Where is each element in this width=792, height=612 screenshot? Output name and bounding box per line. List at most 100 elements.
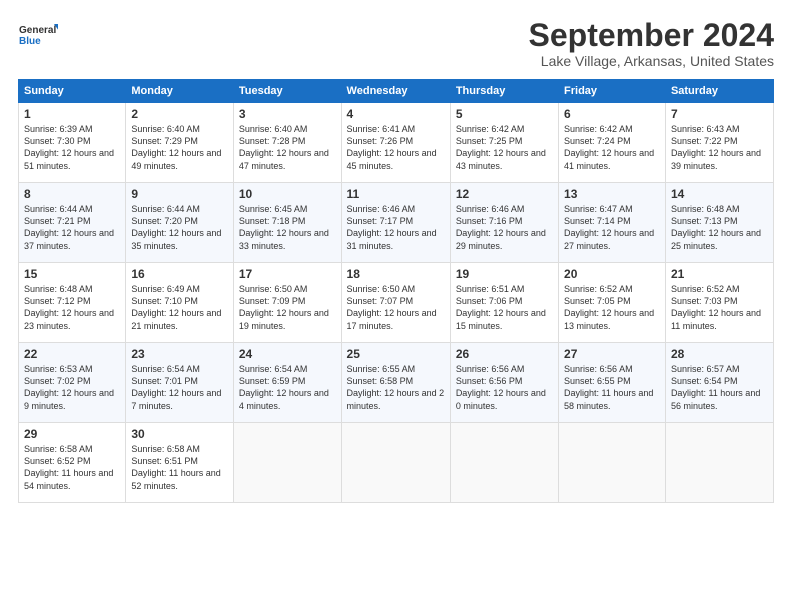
day-number: 18 (347, 267, 445, 281)
day-number: 26 (456, 347, 553, 361)
day-number: 17 (239, 267, 336, 281)
calendar-cell: 3 Sunrise: 6:40 AMSunset: 7:28 PMDayligh… (233, 103, 341, 183)
day-detail: Sunrise: 6:45 AMSunset: 7:18 PMDaylight:… (239, 204, 329, 250)
calendar-row: 22 Sunrise: 6:53 AMSunset: 7:02 PMDaylig… (19, 343, 774, 423)
calendar-cell: 22 Sunrise: 6:53 AMSunset: 7:02 PMDaylig… (19, 343, 126, 423)
calendar-cell (450, 423, 558, 503)
calendar-cell: 26 Sunrise: 6:56 AMSunset: 6:56 PMDaylig… (450, 343, 558, 423)
svg-text:General: General (19, 25, 56, 36)
day-detail: Sunrise: 6:42 AMSunset: 7:25 PMDaylight:… (456, 124, 546, 170)
day-detail: Sunrise: 6:39 AMSunset: 7:30 PMDaylight:… (24, 124, 114, 170)
calendar-cell: 19 Sunrise: 6:51 AMSunset: 7:06 PMDaylig… (450, 263, 558, 343)
day-number: 28 (671, 347, 768, 361)
day-detail: Sunrise: 6:53 AMSunset: 7:02 PMDaylight:… (24, 364, 114, 410)
day-detail: Sunrise: 6:51 AMSunset: 7:06 PMDaylight:… (456, 284, 546, 330)
calendar-row: 8 Sunrise: 6:44 AMSunset: 7:21 PMDayligh… (19, 183, 774, 263)
calendar-cell: 7 Sunrise: 6:43 AMSunset: 7:22 PMDayligh… (665, 103, 773, 183)
day-number: 12 (456, 187, 553, 201)
col-header-thursday: Thursday (450, 80, 558, 103)
calendar-cell (233, 423, 341, 503)
day-detail: Sunrise: 6:44 AMSunset: 7:20 PMDaylight:… (131, 204, 221, 250)
title-block: September 2024 Lake Village, Arkansas, U… (529, 18, 774, 69)
day-number: 23 (131, 347, 228, 361)
calendar-cell: 9 Sunrise: 6:44 AMSunset: 7:20 PMDayligh… (126, 183, 234, 263)
calendar-cell: 24 Sunrise: 6:54 AMSunset: 6:59 PMDaylig… (233, 343, 341, 423)
col-header-sunday: Sunday (19, 80, 126, 103)
day-detail: Sunrise: 6:48 AMSunset: 7:13 PMDaylight:… (671, 204, 761, 250)
logo-svg: General Blue (18, 18, 58, 56)
calendar-cell: 16 Sunrise: 6:49 AMSunset: 7:10 PMDaylig… (126, 263, 234, 343)
calendar-cell: 2 Sunrise: 6:40 AMSunset: 7:29 PMDayligh… (126, 103, 234, 183)
day-number: 4 (347, 107, 445, 121)
day-number: 8 (24, 187, 120, 201)
day-detail: Sunrise: 6:55 AMSunset: 6:58 PMDaylight:… (347, 364, 445, 410)
col-header-friday: Friday (559, 80, 666, 103)
day-detail: Sunrise: 6:56 AMSunset: 6:56 PMDaylight:… (456, 364, 546, 410)
calendar-cell: 10 Sunrise: 6:45 AMSunset: 7:18 PMDaylig… (233, 183, 341, 263)
calendar-row: 15 Sunrise: 6:48 AMSunset: 7:12 PMDaylig… (19, 263, 774, 343)
header: General Blue September 2024 Lake Village… (18, 18, 774, 69)
calendar-cell: 4 Sunrise: 6:41 AMSunset: 7:26 PMDayligh… (341, 103, 450, 183)
calendar-cell: 11 Sunrise: 6:46 AMSunset: 7:17 PMDaylig… (341, 183, 450, 263)
calendar-cell: 6 Sunrise: 6:42 AMSunset: 7:24 PMDayligh… (559, 103, 666, 183)
calendar-cell: 21 Sunrise: 6:52 AMSunset: 7:03 PMDaylig… (665, 263, 773, 343)
calendar-cell: 15 Sunrise: 6:48 AMSunset: 7:12 PMDaylig… (19, 263, 126, 343)
day-detail: Sunrise: 6:42 AMSunset: 7:24 PMDaylight:… (564, 124, 654, 170)
day-detail: Sunrise: 6:58 AMSunset: 6:51 PMDaylight:… (131, 444, 220, 490)
calendar-table: SundayMondayTuesdayWednesdayThursdayFrid… (18, 79, 774, 503)
col-header-saturday: Saturday (665, 80, 773, 103)
calendar-cell: 28 Sunrise: 6:57 AMSunset: 6:54 PMDaylig… (665, 343, 773, 423)
day-detail: Sunrise: 6:58 AMSunset: 6:52 PMDaylight:… (24, 444, 113, 490)
day-number: 1 (24, 107, 120, 121)
col-header-wednesday: Wednesday (341, 80, 450, 103)
day-number: 27 (564, 347, 660, 361)
calendar-cell: 12 Sunrise: 6:46 AMSunset: 7:16 PMDaylig… (450, 183, 558, 263)
calendar-cell: 29 Sunrise: 6:58 AMSunset: 6:52 PMDaylig… (19, 423, 126, 503)
calendar-cell (559, 423, 666, 503)
day-detail: Sunrise: 6:46 AMSunset: 7:16 PMDaylight:… (456, 204, 546, 250)
column-headers: SundayMondayTuesdayWednesdayThursdayFrid… (19, 80, 774, 103)
calendar-cell: 30 Sunrise: 6:58 AMSunset: 6:51 PMDaylig… (126, 423, 234, 503)
calendar-cell: 18 Sunrise: 6:50 AMSunset: 7:07 PMDaylig… (341, 263, 450, 343)
day-detail: Sunrise: 6:48 AMSunset: 7:12 PMDaylight:… (24, 284, 114, 330)
day-number: 19 (456, 267, 553, 281)
calendar-cell: 23 Sunrise: 6:54 AMSunset: 7:01 PMDaylig… (126, 343, 234, 423)
day-detail: Sunrise: 6:52 AMSunset: 7:05 PMDaylight:… (564, 284, 654, 330)
calendar-cell: 27 Sunrise: 6:56 AMSunset: 6:55 PMDaylig… (559, 343, 666, 423)
day-number: 9 (131, 187, 228, 201)
calendar-cell (665, 423, 773, 503)
calendar-cell: 20 Sunrise: 6:52 AMSunset: 7:05 PMDaylig… (559, 263, 666, 343)
logo: General Blue (18, 18, 58, 56)
day-number: 24 (239, 347, 336, 361)
day-number: 16 (131, 267, 228, 281)
calendar-cell: 13 Sunrise: 6:47 AMSunset: 7:14 PMDaylig… (559, 183, 666, 263)
day-detail: Sunrise: 6:49 AMSunset: 7:10 PMDaylight:… (131, 284, 221, 330)
day-number: 6 (564, 107, 660, 121)
calendar-cell (341, 423, 450, 503)
calendar-cell: 1 Sunrise: 6:39 AMSunset: 7:30 PMDayligh… (19, 103, 126, 183)
day-number: 3 (239, 107, 336, 121)
day-number: 13 (564, 187, 660, 201)
day-number: 22 (24, 347, 120, 361)
svg-text:Blue: Blue (19, 36, 41, 47)
calendar-row: 29 Sunrise: 6:58 AMSunset: 6:52 PMDaylig… (19, 423, 774, 503)
calendar-cell: 14 Sunrise: 6:48 AMSunset: 7:13 PMDaylig… (665, 183, 773, 263)
day-detail: Sunrise: 6:46 AMSunset: 7:17 PMDaylight:… (347, 204, 437, 250)
day-number: 21 (671, 267, 768, 281)
day-number: 29 (24, 427, 120, 441)
day-detail: Sunrise: 6:54 AMSunset: 7:01 PMDaylight:… (131, 364, 221, 410)
day-detail: Sunrise: 6:56 AMSunset: 6:55 PMDaylight:… (564, 364, 653, 410)
calendar-cell: 5 Sunrise: 6:42 AMSunset: 7:25 PMDayligh… (450, 103, 558, 183)
day-detail: Sunrise: 6:43 AMSunset: 7:22 PMDaylight:… (671, 124, 761, 170)
day-number: 11 (347, 187, 445, 201)
day-detail: Sunrise: 6:47 AMSunset: 7:14 PMDaylight:… (564, 204, 654, 250)
day-detail: Sunrise: 6:57 AMSunset: 6:54 PMDaylight:… (671, 364, 760, 410)
day-detail: Sunrise: 6:40 AMSunset: 7:29 PMDaylight:… (131, 124, 221, 170)
day-number: 5 (456, 107, 553, 121)
calendar-cell: 17 Sunrise: 6:50 AMSunset: 7:09 PMDaylig… (233, 263, 341, 343)
day-number: 14 (671, 187, 768, 201)
day-number: 7 (671, 107, 768, 121)
location: Lake Village, Arkansas, United States (529, 53, 774, 69)
day-detail: Sunrise: 6:50 AMSunset: 7:07 PMDaylight:… (347, 284, 437, 330)
day-number: 25 (347, 347, 445, 361)
